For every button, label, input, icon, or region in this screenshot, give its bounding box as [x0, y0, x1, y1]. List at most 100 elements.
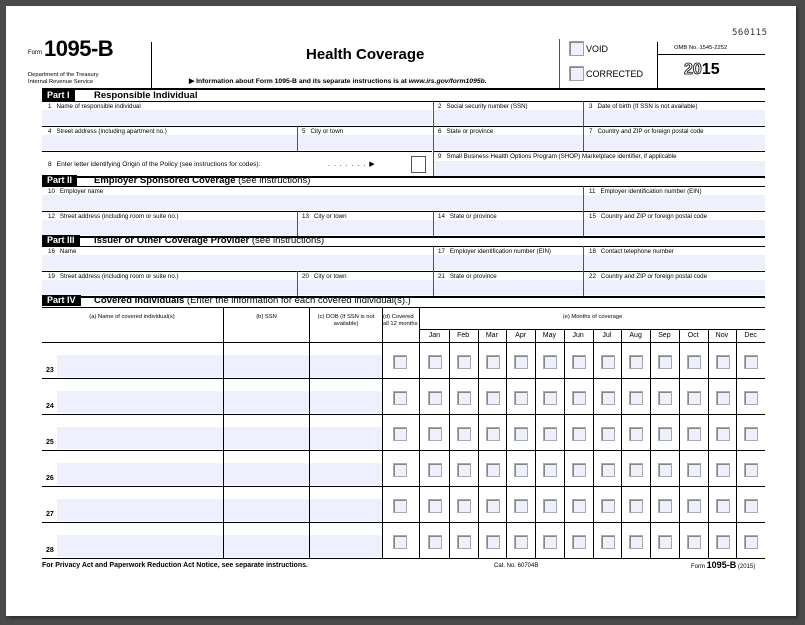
month-checkbox-oct[interactable]	[686, 355, 701, 369]
month-checkbox-nov[interactable]	[715, 499, 730, 513]
month-checkbox-aug[interactable]	[629, 427, 644, 441]
month-checkbox-mar[interactable]	[485, 499, 500, 513]
covered-name-input[interactable]	[57, 427, 223, 449]
employer-ein-input[interactable]	[584, 195, 765, 210]
month-checkbox-jul[interactable]	[600, 355, 615, 369]
month-checkbox-may[interactable]	[543, 535, 557, 549]
month-checkbox-jul[interactable]	[600, 535, 615, 549]
month-checkbox-apr[interactable]	[514, 427, 529, 441]
covered-dob-input[interactable]	[310, 427, 382, 449]
month-checkbox-sep[interactable]	[658, 535, 672, 549]
employer-zip-input[interactable]	[584, 220, 765, 235]
month-checkbox-jul[interactable]	[600, 391, 615, 405]
info-url[interactable]: www.irs.gov/form1095b.	[409, 78, 487, 85]
month-checkbox-apr[interactable]	[514, 499, 529, 513]
month-checkbox-aug[interactable]	[629, 355, 644, 369]
month-checkbox-jan[interactable]	[428, 499, 442, 513]
month-checkbox-oct[interactable]	[686, 463, 701, 477]
covered-ssn-input[interactable]	[224, 355, 309, 377]
month-checkbox-apr[interactable]	[514, 463, 529, 477]
shop-id-input[interactable]	[434, 161, 765, 176]
issuer-name-input[interactable]	[42, 255, 433, 270]
month-checkbox-apr[interactable]	[514, 355, 529, 369]
month-checkbox-jun[interactable]	[571, 355, 586, 369]
month-checkbox-jul[interactable]	[600, 427, 615, 441]
issuer-street-input[interactable]	[42, 280, 297, 295]
covered-dob-input[interactable]	[310, 391, 382, 413]
month-checkbox-jan[interactable]	[428, 391, 442, 405]
month-checkbox-dec[interactable]	[744, 463, 759, 477]
month-checkbox-jun[interactable]	[571, 499, 586, 513]
issuer-city-input[interactable]	[298, 280, 433, 295]
month-checkbox-sep[interactable]	[658, 391, 672, 405]
covered-dob-input[interactable]	[310, 535, 382, 557]
employer-street-input[interactable]	[42, 220, 297, 235]
month-checkbox-jun[interactable]	[571, 535, 586, 549]
month-checkbox-may[interactable]	[543, 499, 557, 513]
covered-ssn-input[interactable]	[224, 427, 309, 449]
month-checkbox-aug[interactable]	[629, 391, 644, 405]
all-12-months-checkbox[interactable]	[393, 499, 407, 513]
month-checkbox-dec[interactable]	[744, 355, 759, 369]
month-checkbox-sep[interactable]	[658, 427, 672, 441]
corrected-checkbox[interactable]	[569, 66, 584, 81]
month-checkbox-apr[interactable]	[514, 391, 529, 405]
responsible-name-input[interactable]	[42, 110, 432, 125]
employer-name-input[interactable]	[42, 195, 583, 210]
month-checkbox-nov[interactable]	[715, 427, 730, 441]
month-checkbox-jun[interactable]	[571, 463, 586, 477]
void-checkbox[interactable]	[569, 41, 584, 56]
month-checkbox-feb[interactable]	[456, 499, 471, 513]
month-checkbox-apr[interactable]	[514, 535, 529, 549]
month-checkbox-mar[interactable]	[485, 427, 500, 441]
ssn-input[interactable]	[434, 110, 583, 125]
month-checkbox-oct[interactable]	[686, 499, 701, 513]
month-checkbox-jan[interactable]	[428, 355, 442, 369]
covered-dob-input[interactable]	[310, 463, 382, 485]
covered-dob-input[interactable]	[310, 499, 382, 521]
covered-name-input[interactable]	[57, 463, 223, 485]
month-checkbox-jan[interactable]	[428, 427, 442, 441]
month-checkbox-feb[interactable]	[456, 463, 471, 477]
month-checkbox-dec[interactable]	[744, 427, 759, 441]
month-checkbox-jul[interactable]	[600, 463, 615, 477]
street-address-input[interactable]	[42, 135, 297, 150]
covered-name-input[interactable]	[57, 391, 223, 413]
origin-code-input[interactable]	[411, 156, 426, 173]
month-checkbox-oct[interactable]	[686, 535, 701, 549]
month-checkbox-sep[interactable]	[658, 499, 672, 513]
covered-ssn-input[interactable]	[224, 535, 309, 557]
month-checkbox-jan[interactable]	[428, 463, 442, 477]
all-12-months-checkbox[interactable]	[393, 427, 407, 441]
month-checkbox-nov[interactable]	[715, 391, 730, 405]
month-checkbox-oct[interactable]	[686, 427, 701, 441]
all-12-months-checkbox[interactable]	[393, 463, 407, 477]
month-checkbox-jul[interactable]	[600, 499, 615, 513]
month-checkbox-oct[interactable]	[686, 391, 701, 405]
all-12-months-checkbox[interactable]	[393, 355, 407, 369]
all-12-months-checkbox[interactable]	[393, 535, 407, 549]
month-checkbox-jan[interactable]	[428, 535, 442, 549]
issuer-zip-input[interactable]	[584, 280, 765, 295]
month-checkbox-mar[interactable]	[485, 463, 500, 477]
month-checkbox-aug[interactable]	[629, 463, 644, 477]
all-12-months-checkbox[interactable]	[393, 391, 407, 405]
month-checkbox-mar[interactable]	[485, 535, 500, 549]
covered-name-input[interactable]	[57, 355, 223, 377]
employer-state-input[interactable]	[434, 220, 583, 235]
month-checkbox-aug[interactable]	[629, 499, 644, 513]
dob-input[interactable]	[584, 110, 765, 125]
month-checkbox-mar[interactable]	[485, 391, 500, 405]
month-checkbox-dec[interactable]	[744, 391, 759, 405]
month-checkbox-feb[interactable]	[456, 391, 471, 405]
issuer-state-input[interactable]	[434, 280, 583, 295]
month-checkbox-may[interactable]	[543, 355, 557, 369]
month-checkbox-aug[interactable]	[629, 535, 644, 549]
employer-city-input[interactable]	[298, 220, 433, 235]
issuer-phone-input[interactable]	[584, 255, 765, 270]
month-checkbox-may[interactable]	[543, 427, 557, 441]
month-checkbox-feb[interactable]	[456, 355, 471, 369]
covered-name-input[interactable]	[57, 535, 223, 557]
state-input[interactable]	[434, 135, 583, 150]
month-checkbox-feb[interactable]	[456, 427, 471, 441]
